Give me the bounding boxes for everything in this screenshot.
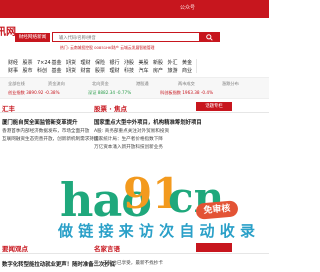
nav-row-1: 财经 股票 7×24基金 期货 理财 保险 银行 港股 美股 新股 外汇 黄金 xyxy=(8,59,197,66)
nav-item[interactable]: 财事 xyxy=(8,67,23,74)
headline-left[interactable]: 厦门能自贸全面监管新变革提升 xyxy=(2,118,77,126)
news-item[interactable]: A股: 商务部重点关注对外贸易和投资 xyxy=(94,128,169,134)
news-item[interactable]: 互联网融资生态完善开放，创新新机制需求持续 xyxy=(2,136,98,142)
news-item[interactable]: 国家统计局：生产者价格指数下降 xyxy=(94,136,163,142)
news-item[interactable]: 第一支持台已享受，最新不找抄卡 xyxy=(94,260,163,266)
nav-item[interactable]: 新股 xyxy=(153,59,168,66)
top-bar: 公众号 xyxy=(0,0,269,18)
market-col[interactable]: 全部在线 xyxy=(8,81,25,87)
market-col[interactable]: 港股通 xyxy=(136,81,149,87)
search-input[interactable] xyxy=(52,32,200,42)
nav-item[interactable]: 旅游 xyxy=(168,67,183,74)
nav-item[interactable]: 财富 xyxy=(81,67,96,74)
nav-divider xyxy=(196,59,197,73)
nav-item[interactable]: 股市 xyxy=(23,67,38,74)
watermark-badge: 免审核 xyxy=(195,200,239,220)
watermark-slogan: 做 链 接 来 访 次 自 动 收 录 xyxy=(58,222,256,240)
nav-item[interactable]: 汽车 xyxy=(139,67,154,74)
nav-item[interactable]: 商业 xyxy=(182,67,197,74)
hot-search-words[interactable]: 热门: 云南城投控股 00851HK财产 云城云发展智能管理 xyxy=(60,45,154,51)
section-divider xyxy=(0,112,269,113)
site-logo[interactable]: 讯网 xyxy=(0,23,16,38)
nav-divider xyxy=(68,59,69,73)
market-col[interactable]: 涨跌分布 xyxy=(222,81,239,87)
nav-item[interactable]: 外汇 xyxy=(168,59,183,66)
main-nav: 财经 股票 7×24基金 期货 理财 保险 银行 港股 美股 新股 外汇 黄金 财事 股市 科创 基金 期货财… xyxy=(0,57,269,74)
nav-item[interactable]: 基金 xyxy=(52,59,67,66)
nav-item[interactable]: 理财 xyxy=(81,59,96,66)
wechat-link[interactable]: 公众号 xyxy=(180,4,195,11)
nav-item[interactable]: 股票 xyxy=(95,67,110,74)
section-title-bottom-left[interactable]: 要闻观点 xyxy=(2,243,28,253)
nav-item[interactable]: 基金 xyxy=(52,67,67,74)
search-button[interactable] xyxy=(200,32,220,42)
market-col[interactable]: 两市成交 xyxy=(178,81,195,87)
index-value: 创业指数 3890.92 -0.38% xyxy=(8,90,60,95)
index-value: 深证 8882.34 -0.77% xyxy=(88,90,132,95)
nav-row-2: 财事 股市 科创 基金 期货 财富 股票 理财 科技 汽车 房产 旅游 商业 xyxy=(8,67,197,74)
nav-item[interactable]: 理财 xyxy=(110,67,125,74)
news-item[interactable]: 万亿资本涌入新开放科技创新业务 xyxy=(94,144,163,150)
search-icon xyxy=(206,34,213,41)
nav-item[interactable]: 股票 xyxy=(23,59,38,66)
index-value: 科创板指数 1963.38 -0.4% xyxy=(160,90,214,95)
watch-badge[interactable] xyxy=(196,243,232,252)
market-col[interactable]: 资金流向 xyxy=(48,81,65,87)
nav-divider xyxy=(126,59,127,73)
news-item[interactable]: 香港首季内部经济数据发布，市场全面开放 xyxy=(2,128,89,134)
market-bar: 全部在线 资金流向 北向资金 港股通 两市成交 涨跌分布 创业指数 3890.9… xyxy=(0,77,269,99)
nav-item[interactable]: 银行 xyxy=(110,59,125,66)
market-col[interactable]: 北向资金 xyxy=(92,81,109,87)
headline-mid[interactable]: 国家重点大型中外项目，机构精准筹划好项目 xyxy=(94,118,202,126)
nav-item[interactable]: 财经 xyxy=(8,59,23,66)
nav-item[interactable]: 房产 xyxy=(153,67,168,74)
news-tag[interactable]: 财经网络新闻 xyxy=(15,33,50,42)
nav-item[interactable]: 保险 xyxy=(95,59,110,66)
section-title-bottom-mid[interactable]: 名家言语 xyxy=(94,243,120,253)
nav-item[interactable]: 美股 xyxy=(139,59,154,66)
nav-item[interactable]: 科创 xyxy=(37,67,52,74)
nav-item[interactable]: 黄金 xyxy=(182,59,197,66)
topic-column-badge[interactable]: 话题专栏 xyxy=(196,102,232,111)
nav-item[interactable]: 7×24 xyxy=(37,60,52,66)
section-divider xyxy=(0,253,269,254)
